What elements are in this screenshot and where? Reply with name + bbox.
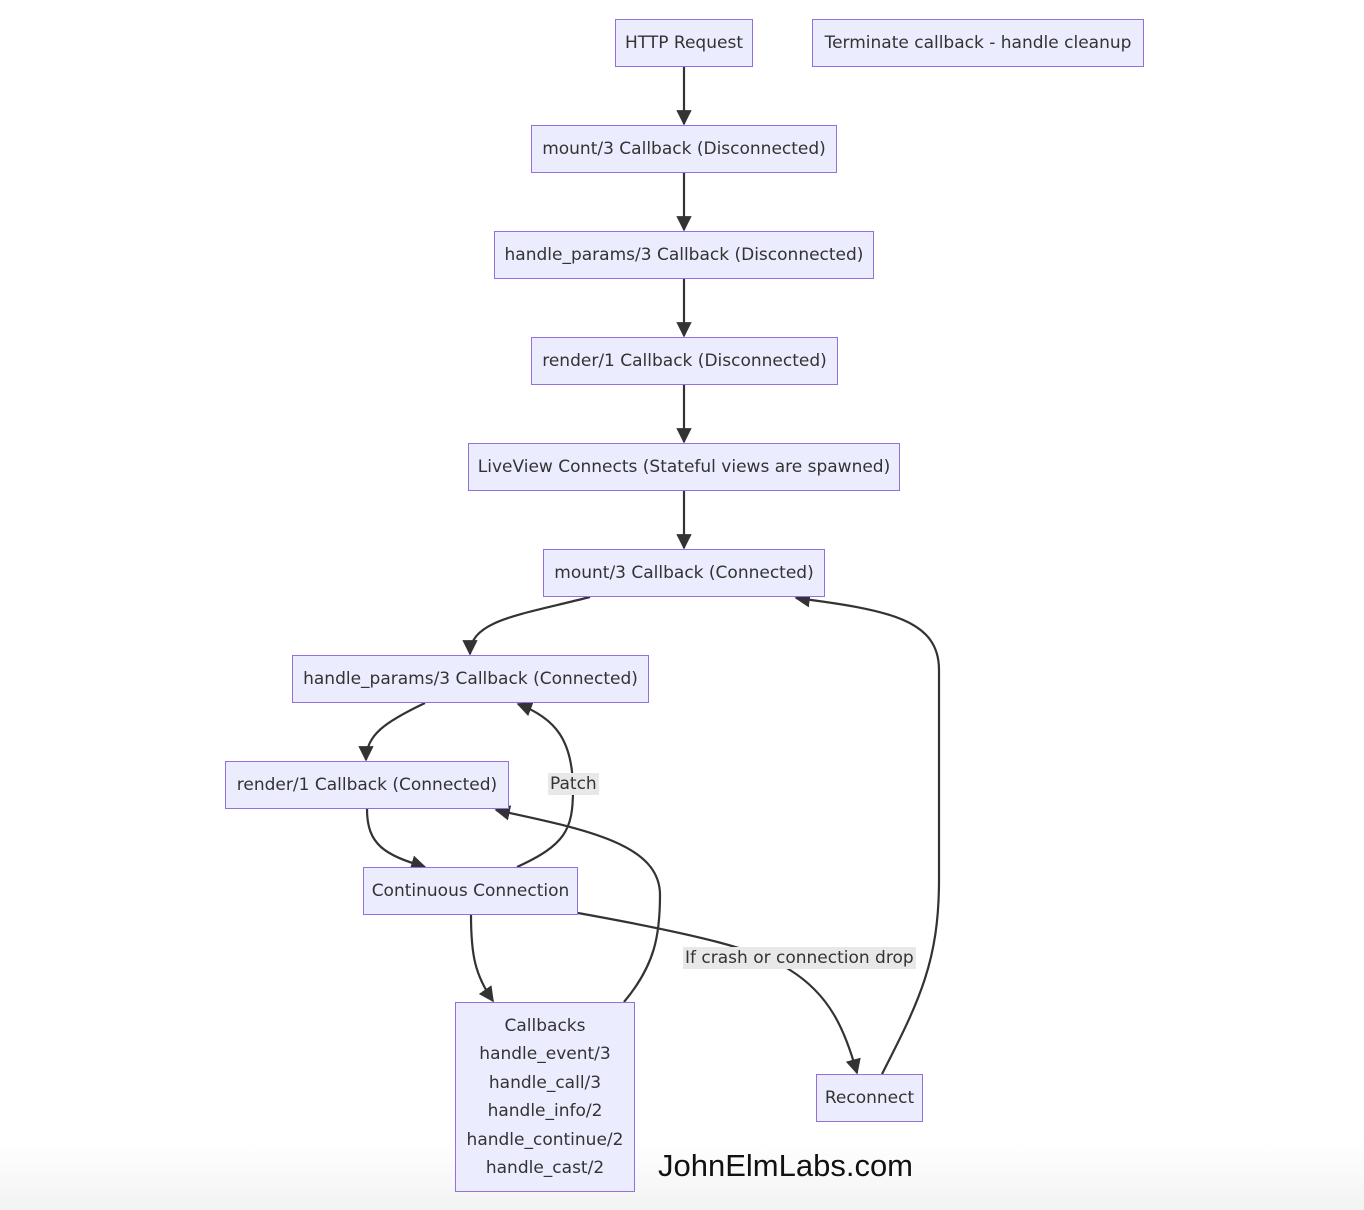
edge-label-patch: Patch — [548, 773, 599, 795]
node-label: Terminate callback - handle cleanup — [824, 33, 1132, 53]
node-label: mount/3 Callback (Connected) — [554, 563, 814, 583]
node-mount-connected: mount/3 Callback (Connected) — [543, 549, 825, 597]
node-handle-params-connected: handle_params/3 Callback (Connected) — [292, 655, 649, 703]
edges-layer — [358, 66, 941, 1075]
callback-item: handle_event/3 — [479, 1044, 611, 1064]
callback-item: handle_continue/2 — [466, 1129, 624, 1150]
node-reconnect: Reconnect — [816, 1074, 923, 1122]
node-render-disconnected: render/1 Callback (Disconnected) — [531, 337, 838, 385]
node-label: handle_params/3 Callback (Disconnected) — [504, 245, 864, 265]
node-label: render/1 Callback (Disconnected) — [542, 351, 827, 371]
node-render-connected: render/1 Callback (Connected) — [225, 761, 509, 809]
node-handle-params-disconnected: handle_params/3 Callback (Disconnected) — [494, 231, 874, 279]
edge-mount-connected-to-params-connected — [462, 595, 591, 656]
edge-params-connected-to-render-connected — [358, 702, 426, 762]
node-label: Continuous Connection — [371, 881, 570, 901]
node-http-request: HTTP Request — [615, 19, 753, 67]
callback-item: handle_cast/2 — [485, 1158, 605, 1178]
callback-item: handle_info/2 — [487, 1101, 603, 1121]
watermark: JohnElmLabs.com — [658, 1148, 914, 1183]
edge-continuous-to-callbacks — [469, 914, 494, 1003]
node-liveview-connects: LiveView Connects (Stateful views are sp… — [468, 443, 900, 491]
edge-label-crash: If crash or connection drop — [683, 947, 916, 969]
node-label: LiveView Connects (Stateful views are sp… — [477, 457, 891, 477]
node-label: Reconnect — [824, 1088, 915, 1108]
callbacks-title: Callbacks — [504, 1015, 586, 1036]
node-label: mount/3 Callback (Disconnected) — [542, 139, 826, 159]
node-callbacks: Callbacks handle_event/3 handle_call/3 h… — [455, 1002, 635, 1192]
callback-item: handle_call/3 — [488, 1072, 602, 1093]
node-label: handle_params/3 Callback (Connected) — [303, 669, 638, 689]
node-label: render/1 Callback (Connected) — [236, 775, 498, 795]
node-mount-disconnected: mount/3 Callback (Disconnected) — [531, 125, 837, 173]
node-continuous-connection: Continuous Connection — [363, 867, 578, 915]
node-terminate-callback: Terminate callback - handle cleanup — [812, 19, 1144, 67]
edge-render-connected-to-continuous — [365, 808, 427, 871]
edge-reconnect-to-mount-connected — [794, 592, 941, 1075]
node-label: HTTP Request — [625, 33, 743, 53]
